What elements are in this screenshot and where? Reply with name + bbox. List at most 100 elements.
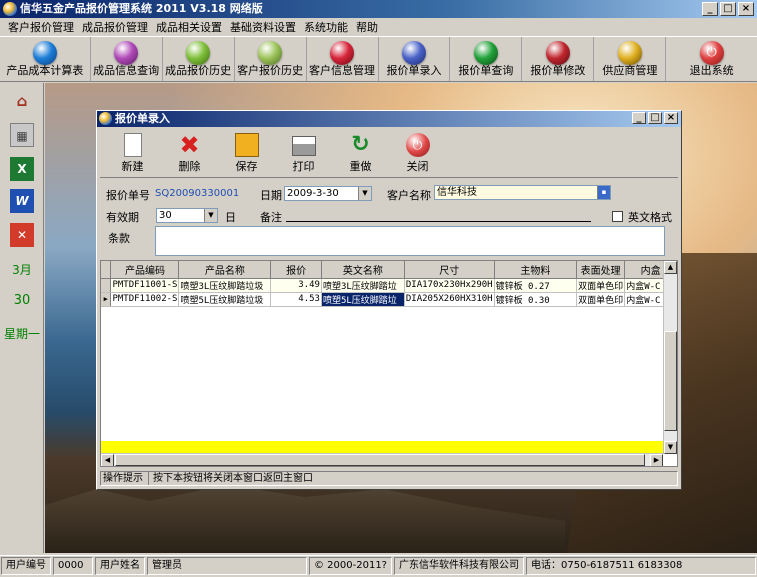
vertical-scroll-thumb[interactable] bbox=[664, 331, 677, 431]
print-button[interactable]: 打印 bbox=[275, 130, 332, 176]
menu-base-data[interactable]: 基础资料设置 bbox=[226, 19, 300, 35]
calendar-month: 3月 bbox=[12, 263, 32, 277]
grid-summary-row bbox=[101, 441, 677, 453]
dialog-close-button[interactable]: × bbox=[664, 112, 678, 124]
col-surface[interactable]: 表面处理 bbox=[576, 261, 626, 279]
quote-edit-button[interactable]: 报价单修改 bbox=[522, 37, 595, 81]
grid-corner bbox=[101, 261, 112, 279]
scroll-up-icon[interactable]: ▲ bbox=[664, 261, 677, 274]
cell-size[interactable]: DIA205X260HX310H bbox=[404, 292, 495, 307]
cell-size[interactable]: DIA170x230Hx290H bbox=[404, 278, 495, 293]
customer-info-button[interactable]: 客户信息管理 bbox=[307, 37, 379, 81]
excel-icon[interactable]: X bbox=[10, 157, 34, 181]
menu-system[interactable]: 系统功能 bbox=[300, 19, 352, 35]
cell-material[interactable]: 镀锌板 0.27 bbox=[494, 278, 578, 293]
english-format-label: 英文格式 bbox=[628, 211, 672, 224]
horizontal-scroll-thumb[interactable] bbox=[115, 454, 645, 466]
copyright-text: © 2000-2011? bbox=[309, 557, 392, 575]
menu-product-settings[interactable]: 成品相关设置 bbox=[152, 19, 226, 35]
delete-x-icon: ✖ bbox=[179, 131, 200, 159]
printer-icon bbox=[291, 136, 316, 156]
cell-price[interactable]: 4.53 bbox=[270, 292, 322, 307]
product-quote-history-button[interactable]: 成品报价历史 bbox=[163, 37, 235, 81]
quote-entry-button[interactable]: 报价单录入 bbox=[379, 37, 451, 81]
contact-phone: 电话：0750-6187511 6183308 bbox=[526, 557, 756, 575]
redo-button[interactable]: ↻ 重做 bbox=[332, 130, 389, 176]
main-toolbar: 产品成本计算表 成品信息查询 成品报价历史 客户报价历史 客户信息管理 报价单录… bbox=[0, 36, 757, 82]
menu-bar: 客户报价管理 成品报价管理 成品相关设置 基础资料设置 系统功能 帮助 bbox=[0, 18, 757, 36]
col-price[interactable]: 报价 bbox=[270, 261, 322, 279]
maximize-button[interactable]: □ bbox=[720, 2, 736, 16]
menu-help[interactable]: 帮助 bbox=[352, 19, 382, 35]
delete-button[interactable]: ✖ 删除 bbox=[161, 130, 218, 176]
chevron-down-icon[interactable]: ▼ bbox=[358, 187, 371, 200]
date-picker[interactable]: 2009-3-30 ▼ bbox=[284, 186, 372, 201]
new-button[interactable]: 新建 bbox=[104, 130, 161, 176]
menu-customer-quote[interactable]: 客户报价管理 bbox=[4, 19, 78, 35]
minimize-button[interactable]: _ bbox=[702, 2, 718, 16]
powerpoint-icon[interactable]: ✕ bbox=[10, 223, 34, 247]
save-floppy-icon bbox=[234, 133, 259, 157]
scroll-down-icon[interactable]: ▼ bbox=[664, 441, 677, 454]
dialog-maximize-button[interactable]: □ bbox=[648, 112, 662, 124]
supplier-button[interactable]: 供应商管理 bbox=[594, 37, 667, 81]
cell-surface[interactable]: 双面单色印 bbox=[576, 278, 626, 293]
scroll-left-icon[interactable]: ◀ bbox=[101, 454, 114, 466]
validity-select[interactable]: 30 ▼ bbox=[156, 208, 218, 223]
close-button[interactable]: × bbox=[738, 2, 754, 16]
calculator-icon[interactable]: ▦ bbox=[10, 123, 34, 147]
chevron-down-icon[interactable]: ▼ bbox=[204, 209, 217, 222]
user-name-value: 管理员 bbox=[147, 557, 307, 575]
dialog-title: 报价单录入 bbox=[115, 112, 170, 125]
table-row[interactable]: ▶ PMTDF11002-S 喷塑5L压纹脚踏垃圾 4.53 喷塑5L压纹脚踏垃… bbox=[101, 292, 677, 307]
grid-header-row: 产品编码 产品名称 报价 英文名称 尺寸 主物料 表面处理 内盒 bbox=[101, 261, 677, 279]
customer-field[interactable]: 信华科技 ▪ bbox=[434, 185, 611, 200]
exit-button[interactable]: ⏻ 退出系统 bbox=[666, 37, 757, 81]
col-product-name[interactable]: 产品名称 bbox=[178, 261, 272, 279]
quote-query-button[interactable]: 报价单查询 bbox=[450, 37, 523, 81]
quote-entry-dialog: 报价单录入 _ □ × 新建 ✖ 删除 保存 打印 ↻ 重做 ⏻ 关闭 报价单号… bbox=[96, 110, 682, 490]
cell-english-name-selected[interactable]: 喷塑5L压纹脚踏垃 bbox=[321, 292, 405, 307]
cell-product-code[interactable]: PMTDF11002-S bbox=[110, 292, 180, 307]
lookup-icon[interactable]: ▪ bbox=[597, 186, 610, 199]
app-titlebar: 信华五金产品报价管理系统 2011 V3.18 网络版 _ □ × bbox=[0, 0, 757, 18]
cell-product-name[interactable]: 喷塑3L压纹脚踏垃圾 bbox=[178, 278, 272, 293]
company-name: 广东信华软件科技有限公司 bbox=[394, 557, 524, 575]
cell-surface[interactable]: 双面单色印 bbox=[576, 292, 626, 307]
customer-quote-history-button[interactable]: 客户报价历史 bbox=[235, 37, 307, 81]
user-name-label: 用户姓名 bbox=[95, 557, 145, 575]
app-logo-icon bbox=[3, 2, 17, 16]
product-cost-button[interactable]: 产品成本计算表 bbox=[0, 37, 91, 81]
col-product-code[interactable]: 产品编码 bbox=[110, 261, 180, 279]
dialog-minimize-button[interactable]: _ bbox=[632, 112, 646, 124]
word-icon[interactable]: W bbox=[10, 189, 34, 213]
col-english-name[interactable]: 英文名称 bbox=[321, 261, 405, 279]
col-material[interactable]: 主物料 bbox=[494, 261, 578, 279]
cell-price[interactable]: 3.49 bbox=[270, 278, 322, 293]
menu-product-quote[interactable]: 成品报价管理 bbox=[78, 19, 152, 35]
close-dialog-button[interactable]: ⏻ 关闭 bbox=[389, 130, 446, 176]
save-button[interactable]: 保存 bbox=[218, 130, 275, 176]
table-row[interactable]: PMTDF11001-S 喷塑3L压纹脚踏垃圾 3.49 喷塑3L压纹脚踏垃 D… bbox=[101, 278, 677, 293]
status-bar: 用户编号 0000 用户姓名 管理员 © 2000-2011? 广东信华软件科技… bbox=[0, 555, 757, 577]
calendar-weekday: 星期一 bbox=[3, 327, 40, 341]
dialog-toolbar: 新建 ✖ 删除 保存 打印 ↻ 重做 ⏻ 关闭 bbox=[100, 130, 678, 178]
remark-input[interactable] bbox=[286, 208, 591, 222]
cell-english-name[interactable]: 喷塑3L压纹脚踏垃 bbox=[321, 278, 405, 293]
horizontal-scrollbar[interactable]: ◀ ▶ bbox=[101, 453, 663, 466]
grid-table: 产品编码 产品名称 报价 英文名称 尺寸 主物料 表面处理 内盒 PMTDF11… bbox=[101, 261, 677, 307]
cell-product-code[interactable]: PMTDF11001-S bbox=[110, 278, 180, 293]
product-info-query-button[interactable]: 成品信息查询 bbox=[91, 37, 163, 81]
cell-material[interactable]: 镀锌板 0.30 bbox=[494, 292, 578, 307]
scroll-right-icon[interactable]: ▶ bbox=[650, 454, 663, 466]
calendar-day: 30 bbox=[13, 293, 31, 308]
home-icon[interactable]: ⌂ bbox=[10, 89, 34, 113]
terms-textarea[interactable] bbox=[155, 226, 665, 256]
dialog-app-icon bbox=[99, 112, 112, 125]
close-power-icon: ⏻ bbox=[405, 133, 430, 157]
english-format-checkbox[interactable] bbox=[612, 211, 623, 222]
vertical-scrollbar[interactable]: ▲ ▼ bbox=[663, 261, 677, 454]
cell-product-name[interactable]: 喷塑5L压纹脚踏垃圾 bbox=[178, 292, 272, 307]
terms-label: 条款 bbox=[108, 232, 130, 245]
col-size[interactable]: 尺寸 bbox=[404, 261, 495, 279]
